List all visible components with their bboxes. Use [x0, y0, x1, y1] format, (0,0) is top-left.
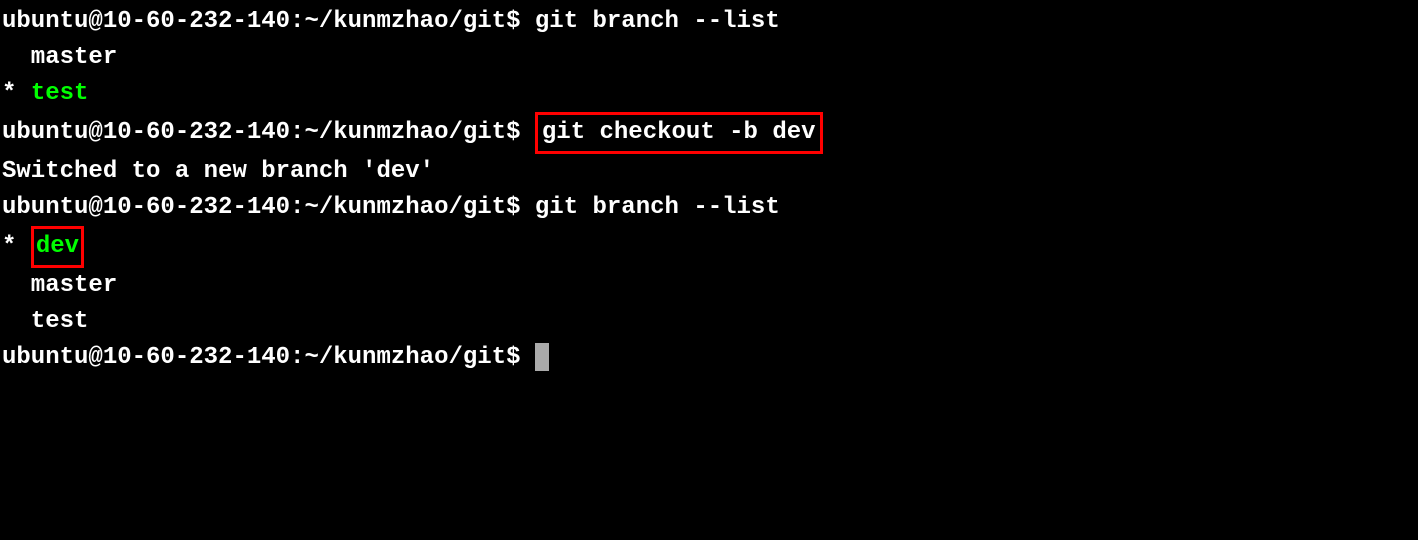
branch-item: test — [2, 308, 88, 335]
terminal-line: test — [2, 304, 1416, 340]
branch-current-marker: * — [2, 233, 31, 260]
branch-item: master — [2, 272, 117, 299]
branch-current: dev — [36, 233, 79, 260]
shell-prompt: ubuntu@10-60-232-140:~/kunmzhao/git$ — [2, 8, 535, 35]
branch-current-marker: * — [2, 80, 31, 107]
terminal-line: Switched to a new branch 'dev' — [2, 154, 1416, 190]
command-text: git branch --list — [535, 8, 780, 35]
terminal-line: * test — [2, 76, 1416, 112]
terminal-line: ubuntu@10-60-232-140:~/kunmzhao/git$ git… — [2, 4, 1416, 40]
highlighted-branch: dev — [31, 226, 84, 268]
terminal-line: ubuntu@10-60-232-140:~/kunmzhao/git$ git… — [2, 190, 1416, 226]
branch-current: test — [31, 80, 89, 107]
cursor-icon — [535, 343, 549, 371]
terminal-window[interactable]: ubuntu@10-60-232-140:~/kunmzhao/git$ git… — [0, 0, 1418, 380]
highlighted-command: git checkout -b dev — [535, 112, 823, 154]
terminal-line: master — [2, 268, 1416, 304]
shell-prompt: ubuntu@10-60-232-140:~/kunmzhao/git$ — [2, 194, 535, 221]
terminal-line: ubuntu@10-60-232-140:~/kunmzhao/git$ git… — [2, 112, 1416, 154]
terminal-line: * dev — [2, 226, 1416, 268]
terminal-line: master — [2, 40, 1416, 76]
output-text: Switched to a new branch 'dev' — [2, 158, 434, 185]
shell-prompt: ubuntu@10-60-232-140:~/kunmzhao/git$ — [2, 119, 535, 146]
shell-prompt: ubuntu@10-60-232-140:~/kunmzhao/git$ — [2, 344, 535, 371]
command-text: git branch --list — [535, 194, 780, 221]
command-text: git checkout -b dev — [542, 119, 816, 146]
terminal-line: ubuntu@10-60-232-140:~/kunmzhao/git$ — [2, 340, 1416, 376]
branch-item: master — [2, 44, 117, 71]
